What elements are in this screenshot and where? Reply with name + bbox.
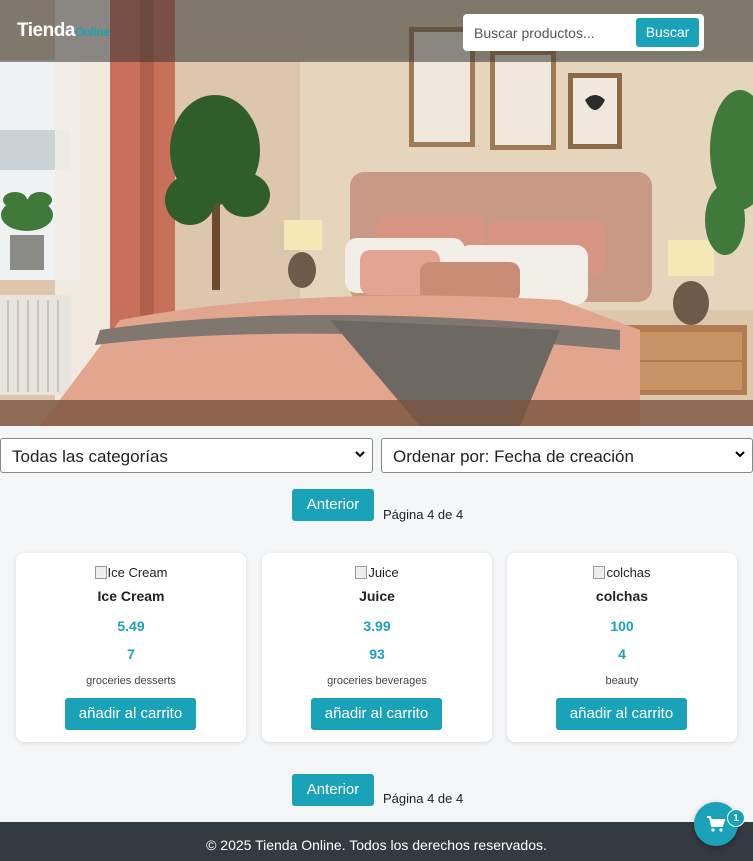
product-name: Ice Cream (97, 588, 165, 604)
product-name: colchas (595, 588, 649, 604)
logo-sub-text: Online (74, 25, 110, 39)
category-select-value: Todas las categorías (12, 447, 168, 466)
product-card: Juice Juice 3.99 93 groceries beverages … (262, 553, 492, 742)
add-to-cart-button[interactable]: añadir al carrito (311, 698, 442, 730)
prev-page-button[interactable]: Anterior (292, 489, 374, 521)
product-categories: groceries desserts (86, 675, 176, 687)
product-card: colchas colchas 100 4 beauty añadir al c… (507, 553, 737, 742)
product-card: Ice Cream Ice Cream 5.49 7 groceries des… (16, 553, 246, 742)
product-stock: 4 (618, 646, 626, 662)
add-to-cart-button[interactable]: añadir al carrito (65, 698, 196, 730)
chevron-down-icon (354, 448, 366, 463)
footer-copyright: © 2025 Tienda Online. Todos los derechos… (206, 837, 547, 853)
prev-page-button[interactable]: Anterior (292, 774, 374, 806)
site-logo[interactable]: TiendaOnline (17, 20, 110, 42)
product-name: Juice (359, 588, 395, 604)
product-price: 100 (610, 618, 634, 634)
broken-image-icon (355, 566, 368, 579)
product-stock: 93 (369, 646, 385, 662)
product-image: colchas (507, 565, 737, 580)
cart-count-badge: 1 (727, 809, 745, 827)
broken-image-icon (94, 566, 107, 579)
product-image: Ice Cream (16, 565, 246, 580)
product-price: 5.49 (117, 618, 145, 634)
footer: © 2025 Tienda Online. Todos los derechos… (0, 822, 753, 861)
sort-select-value: Ordenar por: Fecha de creación (393, 447, 634, 466)
page-indicator: Página 4 de 4 (383, 791, 464, 806)
sort-select[interactable]: Ordenar por: Fecha de creación (381, 438, 753, 473)
chevron-down-icon (734, 448, 746, 463)
hero-banner: TiendaOnline Buscar (0, 0, 753, 426)
page-indicator: Página 4 de 4 (383, 507, 464, 522)
product-price: 3.99 (363, 618, 391, 634)
category-select[interactable]: Todas las categorías (0, 438, 373, 473)
logo-main-text: Tienda (17, 20, 75, 41)
product-image: Juice (262, 565, 492, 580)
broken-image-icon (593, 566, 606, 579)
add-to-cart-button[interactable]: añadir al carrito (556, 698, 687, 730)
cart-icon (707, 816, 725, 832)
product-categories: groceries beverages (327, 675, 427, 687)
search-input[interactable] (466, 17, 634, 48)
bedroom-illustration (0, 0, 753, 426)
search-button[interactable]: Buscar (636, 18, 699, 47)
product-categories: beauty (605, 675, 639, 687)
product-stock: 7 (127, 646, 135, 662)
